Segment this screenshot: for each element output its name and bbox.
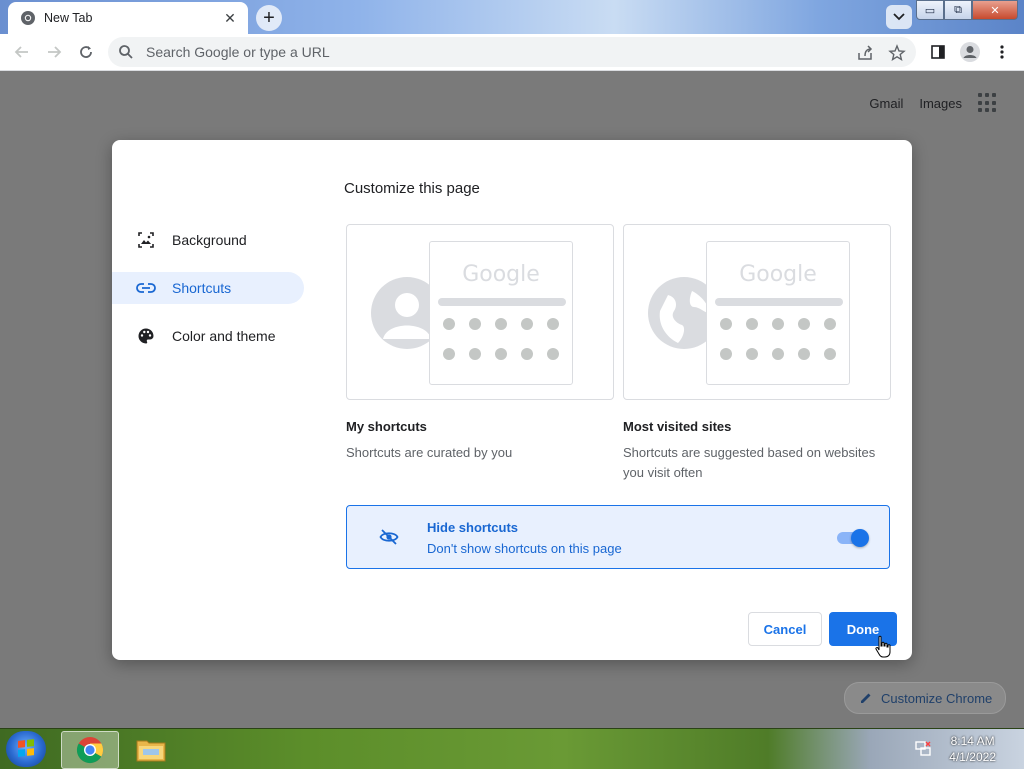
tab-close-icon[interactable]: ✕	[220, 8, 240, 28]
windows-taskbar: 8:14 AM 4/1/2022	[0, 728, 1024, 769]
mini-search-bar	[438, 298, 566, 306]
sidebar-item-background[interactable]: Background	[112, 224, 304, 256]
palette-icon	[136, 326, 156, 346]
ntp-header-links: Gmail Images	[869, 92, 1024, 114]
eye-off-icon	[379, 527, 399, 547]
network-icon[interactable]	[914, 740, 932, 758]
restore-button[interactable]: ⧉	[944, 0, 972, 20]
chrome-logo-icon	[76, 737, 104, 764]
customize-chrome-button[interactable]: Customize Chrome	[844, 682, 1006, 714]
sidebar-item-color-theme[interactable]: Color and theme	[112, 320, 304, 352]
my-shortcuts-desc: Shortcuts are curated by you	[346, 445, 513, 460]
omnibox[interactable]	[108, 37, 916, 67]
folder-icon	[136, 740, 166, 762]
side-panel-icon	[931, 45, 945, 59]
shortcut-dots	[720, 318, 836, 360]
taskbar-explorer-button[interactable]	[123, 731, 179, 767]
my-shortcuts-card[interactable]: Google	[346, 224, 614, 400]
tab-new-tab[interactable]: New Tab ✕	[8, 2, 248, 34]
start-button[interactable]	[6, 731, 46, 767]
most-visited-card[interactable]: Google	[623, 224, 891, 400]
sidebar-item-shortcuts[interactable]: Shortcuts	[112, 272, 304, 304]
hide-shortcuts-toggle[interactable]	[837, 529, 869, 547]
reload-icon	[80, 46, 92, 58]
search-icon	[118, 44, 134, 60]
image-icon	[136, 230, 156, 250]
google-logo: Google	[739, 262, 817, 287]
profile-avatar-icon	[960, 42, 980, 62]
customize-dialog: Customize this page Background Shortcuts…	[112, 140, 912, 660]
mini-search-bar	[715, 298, 843, 306]
sidebar-item-label: Background	[172, 232, 247, 248]
clock-date: 4/1/2022	[949, 750, 996, 764]
shortcuts-preview: Google	[429, 241, 573, 385]
window-controls: ▭ ⧉ ✕	[916, 0, 1018, 20]
chrome-favicon-icon	[20, 10, 36, 26]
side-panel-button[interactable]	[924, 38, 952, 66]
new-tab-button[interactable]: +	[256, 5, 282, 31]
arrow-right-icon	[48, 46, 62, 58]
browser-title-bar: New Tab ✕ + ▭ ⧉ ✕	[0, 0, 1024, 34]
customize-chrome-label: Customize Chrome	[881, 690, 993, 706]
clock[interactable]: 8:14 AM 4/1/2022	[949, 733, 996, 765]
forward-button[interactable]	[40, 38, 68, 66]
arrow-left-icon	[14, 46, 28, 58]
gmail-link[interactable]: Gmail	[869, 96, 903, 111]
back-button[interactable]	[8, 38, 36, 66]
tab-title: New Tab	[44, 11, 93, 25]
sidebar-item-label: Color and theme	[172, 328, 276, 344]
reload-button[interactable]	[72, 38, 100, 66]
most-visited-title: Most visited sites	[623, 419, 732, 434]
sidebar-item-label: Shortcuts	[172, 280, 232, 296]
profile-button[interactable]	[956, 38, 984, 66]
most-visited-desc: Shortcuts are suggested based on website…	[623, 445, 876, 480]
images-link[interactable]: Images	[919, 96, 962, 111]
tab-search-button[interactable]	[886, 5, 912, 29]
toggle-knob	[851, 529, 869, 547]
hide-shortcuts-title: Hide shortcuts	[427, 520, 519, 535]
bookmark-star-icon[interactable]	[888, 44, 906, 62]
link-icon	[136, 278, 156, 298]
close-window-button[interactable]: ✕	[972, 0, 1018, 20]
hand-cursor-icon	[875, 635, 891, 658]
windows-logo-icon	[18, 739, 34, 757]
my-shortcuts-title: My shortcuts	[346, 419, 427, 434]
share-icon[interactable]	[856, 44, 874, 62]
kebab-menu-icon	[1000, 45, 1004, 59]
most-visited-preview: Google	[706, 241, 850, 385]
taskbar-chrome-button[interactable]	[61, 731, 119, 769]
hide-shortcuts-subtitle: Don't show shortcuts on this page	[427, 541, 622, 556]
dialog-title: Customize this page	[344, 180, 480, 197]
cancel-button[interactable]: Cancel	[748, 612, 822, 646]
clock-time: 8:14 AM	[950, 734, 995, 748]
pencil-icon	[859, 691, 873, 705]
system-tray: 8:14 AM 4/1/2022	[904, 729, 1024, 769]
shortcut-dots	[443, 318, 559, 360]
apps-grid-icon[interactable]	[978, 93, 998, 113]
browser-toolbar	[0, 34, 1024, 71]
hide-shortcuts-option[interactable]: Hide shortcuts Don't show shortcuts on t…	[346, 505, 890, 569]
google-logo: Google	[462, 262, 540, 287]
minimize-button[interactable]: ▭	[916, 0, 944, 20]
chevron-down-icon	[893, 13, 905, 21]
search-input[interactable]	[144, 43, 848, 61]
menu-button[interactable]	[988, 38, 1016, 66]
